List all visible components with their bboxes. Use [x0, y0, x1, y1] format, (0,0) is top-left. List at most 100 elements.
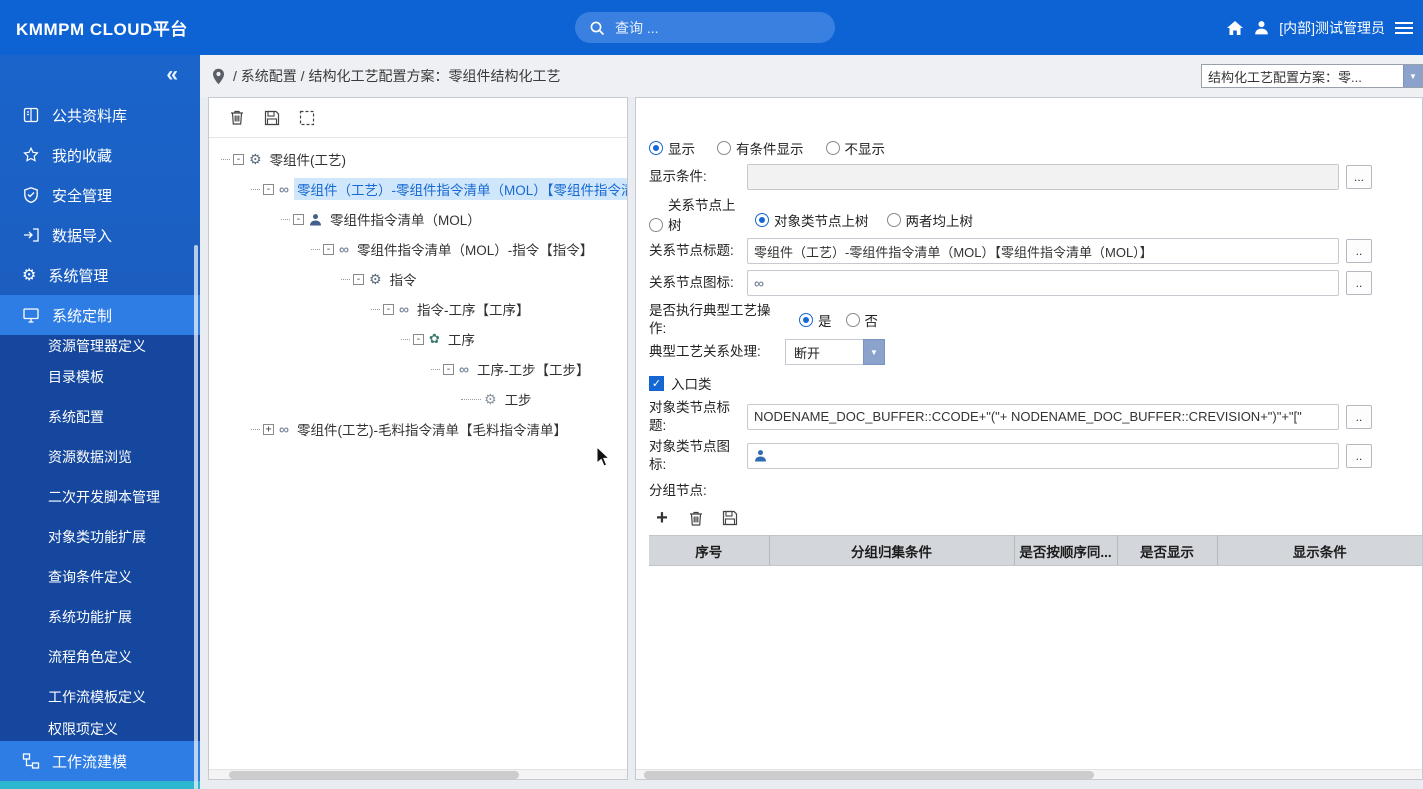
tree-node[interactable]: - ∞ 指令-工序【工序】	[209, 294, 627, 324]
sidebar-collapse-button[interactable]: «	[0, 55, 200, 95]
sidebar-subitem-label: 二次开发脚本管理	[48, 489, 160, 505]
radio-typical-no[interactable]: 否	[845, 310, 878, 330]
sidebar-subitem-label: 资源数据浏览	[48, 449, 132, 465]
sidebar-item-security[interactable]: 安全管理	[0, 175, 200, 215]
tree-node[interactable]: - ∞ 零组件（工艺）-零组件指令清单（MOL）【零组件指令清单（MOL）】	[209, 174, 627, 204]
relation-title-browse-button[interactable]: ..	[1346, 239, 1372, 263]
delete-icon[interactable]	[687, 509, 705, 527]
tree-node[interactable]: - ∞ 零组件指令清单（MOL）-指令【指令】	[209, 234, 627, 264]
tree-node-label[interactable]: 工序	[445, 328, 478, 350]
user-icon[interactable]	[1254, 20, 1269, 35]
tree-node-label[interactable]: 工步	[502, 388, 535, 410]
person-icon	[309, 213, 322, 226]
tree-node[interactable]: + ∞ 零组件(工艺)-毛料指令清单【毛料指令清单】	[209, 414, 627, 444]
marquee-select-icon[interactable]	[298, 109, 316, 127]
collapse-node-icon[interactable]: -	[233, 153, 244, 165]
object-title-input[interactable]	[747, 403, 1339, 430]
global-search[interactable]	[575, 12, 835, 43]
scrollbar-thumb[interactable]	[644, 771, 1094, 779]
group-table-header-row: 序号 分组归集条件 是否按顺序同... 是否显示 显示条件	[649, 535, 1422, 567]
sidebar-subitem-system-config[interactable]: 系统配置	[0, 397, 200, 437]
relation-title-row: 关系节点标题: ..	[649, 238, 1422, 264]
tree-node[interactable]: - ⚙ 零组件(工艺)	[209, 144, 627, 174]
sidebar-item-data-import[interactable]: 数据导入	[0, 215, 200, 255]
expand-node-icon[interactable]: +	[263, 423, 274, 435]
sidebar-item-favorites[interactable]: 我的收藏	[0, 135, 200, 175]
entry-class-checkbox[interactable]: ✓	[649, 375, 664, 391]
gear-icon: ⚙	[249, 150, 262, 167]
entry-class-row[interactable]: ✓ 入口类	[649, 373, 1422, 393]
sidebar-subitem-resource-data-browse[interactable]: 资源数据浏览	[0, 437, 200, 477]
radio-objectclass-node-on-tree[interactable]: 对象类节点上树	[755, 210, 869, 230]
save-icon[interactable]	[721, 509, 739, 527]
tree-node[interactable]: ⚙ 工步	[209, 384, 627, 414]
sidebar-subitem-objectclass-extension[interactable]: 对象类功能扩展	[0, 517, 200, 557]
collapse-node-icon[interactable]: -	[443, 363, 454, 375]
radio-both-on-tree[interactable]: 两者均上树	[886, 210, 973, 230]
tree-node-label[interactable]: 指令-工序【工序】	[414, 298, 533, 320]
scrollbar-thumb[interactable]	[229, 771, 519, 779]
tree-connector	[251, 428, 260, 430]
add-icon[interactable]: +	[653, 508, 671, 528]
chevron-down-icon[interactable]: ▼	[1403, 65, 1422, 87]
collapse-node-icon[interactable]: -	[353, 273, 364, 285]
menu-icon[interactable]	[1395, 21, 1413, 34]
tree-horizontal-scrollbar[interactable]	[209, 769, 627, 779]
link-icon: ∞	[339, 241, 349, 257]
tree-node[interactable]: - 零组件指令清单（MOL）	[209, 204, 627, 234]
tree-toolbar	[209, 98, 627, 138]
delete-icon[interactable]	[228, 109, 246, 127]
save-icon[interactable]	[263, 109, 281, 127]
chevron-down-icon[interactable]: ▼	[863, 339, 885, 366]
tree-node[interactable]: - ✿ 工序	[209, 324, 627, 354]
tree-node[interactable]: - ⚙ 指令	[209, 264, 627, 294]
sidebar-subitem-script-management[interactable]: 二次开发脚本管理	[0, 477, 200, 517]
tree-node-label[interactable]: 指令	[387, 268, 420, 290]
sidebar-item-public-library[interactable]: 公共资料库	[0, 95, 200, 135]
form-horizontal-scrollbar[interactable]	[636, 769, 1422, 779]
home-icon[interactable]	[1226, 20, 1244, 36]
tree-node[interactable]: - ∞ 工序-工步【工步】	[209, 354, 627, 384]
sidebar-subitem-process-role-def[interactable]: 流程角色定义	[0, 637, 200, 677]
object-icon-input[interactable]	[747, 442, 1339, 469]
collapse-node-icon[interactable]: -	[383, 303, 394, 315]
typical-relation-select[interactable]: 断开 ▼	[785, 339, 885, 366]
collapse-node-icon[interactable]: -	[263, 183, 274, 195]
sidebar-item-system-customization[interactable]: 系统定制	[0, 295, 200, 335]
sidebar-subitem-resource-manager-def[interactable]: 资源管理器定义	[0, 335, 200, 357]
tree-node-label[interactable]: 零组件指令清单（MOL）-指令【指令】	[354, 238, 596, 260]
tree-node-label[interactable]: 零组件（工艺）-零组件指令清单（MOL）【零组件指令清单（MOL）】	[293, 178, 627, 200]
sidebar-subitem-permission-item-def[interactable]: 权限项定义	[0, 717, 200, 741]
sidebar-item-system-management[interactable]: ⚙ 系统管理	[0, 255, 200, 295]
tree-node-label[interactable]: 工序-工步【工步】	[474, 358, 593, 380]
relation-icon-browse-button[interactable]: ..	[1346, 271, 1372, 295]
object-title-browse-button[interactable]: ..	[1346, 404, 1372, 429]
radio-relation-node-on-tree[interactable]: 关系节点上树	[649, 194, 737, 234]
sidebar-subitem-label: 权限项定义	[48, 721, 118, 737]
scheme-selector[interactable]: 结构化工艺配置方案：零... ▼	[1201, 64, 1423, 88]
radio-typical-yes[interactable]: 是	[799, 310, 832, 330]
sidebar-submenu: 资源管理器定义 目录模板 系统配置 资源数据浏览 二次开发脚本管理 对象类功能扩…	[0, 335, 200, 741]
tree-node-label[interactable]: 零组件(工艺)-毛料指令清单【毛料指令清单】	[294, 418, 570, 440]
sidebar-subitem-directory-template[interactable]: 目录模板	[0, 357, 200, 397]
search-input[interactable]	[615, 19, 795, 36]
sidebar-item-workflow-modeling[interactable]: 工作流建模	[0, 741, 200, 781]
browse-condition-button[interactable]: ...	[1346, 165, 1372, 189]
collapse-node-icon[interactable]: -	[323, 243, 334, 255]
collapse-node-icon[interactable]: -	[413, 333, 424, 345]
relation-title-input[interactable]	[747, 238, 1339, 264]
radio-display[interactable]: 显示	[649, 138, 695, 158]
collapse-node-icon[interactable]: -	[293, 213, 304, 225]
tree-node-label[interactable]: 零组件(工艺)	[267, 148, 350, 170]
radio-conditional-display[interactable]: 有条件显示	[717, 138, 804, 158]
display-condition-row: 显示条件: ...	[649, 164, 1422, 190]
radio-no-display[interactable]: 不显示	[825, 138, 885, 158]
object-icon-browse-button[interactable]: ..	[1346, 443, 1372, 468]
sidebar-subitem-workflow-template-def[interactable]: 工作流模板定义	[0, 677, 200, 717]
sidebar-scrollbar[interactable]	[194, 245, 198, 789]
sidebar-subitem-system-function-extension[interactable]: 系统功能扩展	[0, 597, 200, 637]
tree-node-label[interactable]: 零组件指令清单（MOL）	[327, 208, 484, 230]
person-icon	[754, 449, 767, 462]
sidebar-subitem-query-condition-def[interactable]: 查询条件定义	[0, 557, 200, 597]
relation-icon-input[interactable]: ∞	[747, 270, 1339, 296]
